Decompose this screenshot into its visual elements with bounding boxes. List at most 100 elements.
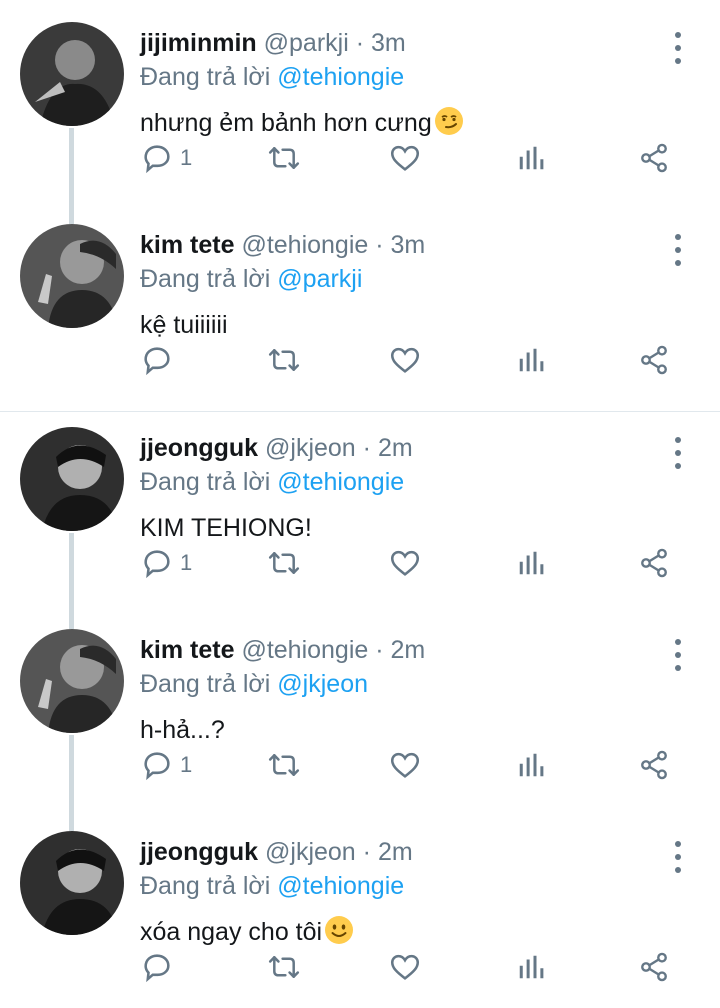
retweet-button[interactable] — [266, 543, 302, 583]
handle[interactable]: @tehiongie — [241, 636, 368, 664]
handle[interactable]: @jkjeon — [265, 838, 356, 866]
reply-prefix: Đang trả lời — [140, 468, 271, 496]
analytics-button[interactable] — [516, 138, 546, 178]
mention-link[interactable]: @jkjeon — [277, 670, 368, 698]
action-bar: 1 — [140, 745, 680, 785]
heart-icon — [390, 347, 420, 373]
reply-count: 1 — [180, 145, 193, 170]
tweet[interactable]: kim tete @tehiongie · 2m Đang trả lời @j… — [0, 607, 720, 812]
reply-icon — [144, 550, 170, 579]
share-button[interactable] — [638, 745, 670, 785]
reply-context: Đang trả lời @tehiongie — [140, 465, 660, 499]
like-button[interactable] — [388, 138, 422, 178]
tweet[interactable]: jjeongguk @jkjeon · 2m Đang trả lời @teh… — [0, 809, 720, 1008]
separator: · — [375, 636, 384, 664]
more-vertical-icon[interactable] — [672, 841, 684, 873]
handle[interactable]: @parkji — [264, 29, 349, 57]
reply-button[interactable]: 1 — [140, 543, 192, 583]
analytics-button[interactable] — [516, 947, 546, 987]
more-vertical-icon[interactable] — [672, 32, 684, 64]
reply-button[interactable]: 1 — [140, 745, 192, 785]
retweet-button[interactable] — [266, 947, 302, 987]
tweet-text: h-hả...? — [140, 713, 660, 747]
tweet[interactable]: kim tete @tehiongie · 3m Đang trả lời @p… — [0, 202, 720, 410]
reply-button[interactable] — [140, 340, 180, 380]
display-name[interactable]: jjeongguk — [140, 838, 258, 866]
tweet-text-content: xóa ngay cho tôi — [140, 918, 323, 946]
reply-icon — [144, 954, 170, 983]
smirk-emoji-icon — [434, 107, 463, 135]
analytics-button[interactable] — [516, 340, 546, 380]
handle[interactable]: @jkjeon — [265, 434, 356, 462]
like-button[interactable] — [388, 947, 422, 987]
more-vertical-icon[interactable] — [672, 234, 684, 266]
timestamp[interactable]: 2m — [378, 838, 413, 866]
retweet-button[interactable] — [266, 340, 302, 380]
display-name[interactable]: jjeongguk — [140, 434, 258, 462]
timestamp[interactable]: 2m — [378, 434, 413, 462]
avatar[interactable] — [20, 22, 124, 126]
reply-context: Đang trả lời @tehiongie — [140, 60, 660, 94]
timestamp[interactable]: 2m — [391, 636, 426, 664]
display-name[interactable]: jijiminmin — [140, 29, 257, 57]
reply-button[interactable]: 1 — [140, 138, 192, 178]
smile-emoji-icon — [325, 916, 354, 944]
avatar[interactable] — [20, 629, 124, 733]
like-button[interactable] — [388, 745, 422, 785]
share-icon — [641, 143, 667, 173]
more-vertical-icon[interactable] — [672, 639, 684, 671]
display-name[interactable]: kim tete — [140, 231, 234, 259]
reply-count: 1 — [180, 550, 193, 575]
analytics-button[interactable] — [516, 745, 546, 785]
share-button[interactable] — [638, 138, 670, 178]
avatar[interactable] — [20, 224, 124, 328]
timestamp[interactable]: 3m — [391, 231, 426, 259]
reply-icon — [144, 347, 170, 376]
retweet-icon — [268, 754, 300, 776]
display-name[interactable]: kim tete — [140, 636, 234, 664]
analytics-icon — [519, 146, 544, 170]
share-button[interactable] — [638, 947, 670, 987]
separator: · — [362, 434, 371, 462]
share-icon — [641, 750, 667, 780]
share-button[interactable] — [638, 340, 670, 380]
share-icon — [641, 952, 667, 982]
separator: · — [355, 29, 365, 57]
handle[interactable]: @tehiongie — [241, 231, 368, 259]
mention-link[interactable]: @parkji — [277, 265, 362, 293]
timestamp[interactable]: 3m — [371, 29, 406, 57]
avatar[interactable] — [20, 427, 124, 531]
like-button[interactable] — [388, 543, 422, 583]
action-bar: 1 — [140, 138, 680, 178]
tweet-text-content: nhưng ẻm bảnh hơn cưng — [140, 109, 432, 137]
tweet-text: xóa ngay cho tôi — [140, 915, 660, 949]
reply-button[interactable] — [140, 947, 180, 987]
retweet-icon — [268, 956, 300, 978]
more-vertical-icon[interactable] — [672, 437, 684, 469]
reply-icon — [144, 752, 170, 781]
mention-link[interactable]: @tehiongie — [277, 468, 404, 496]
retweet-icon — [268, 349, 300, 371]
like-button[interactable] — [388, 340, 422, 380]
share-button[interactable] — [638, 543, 670, 583]
tweet-text-content: kệ tuiiiiii — [140, 311, 228, 339]
retweet-button[interactable] — [266, 745, 302, 785]
mention-link[interactable]: @tehiongie — [277, 872, 404, 900]
analytics-icon — [519, 348, 544, 372]
avatar[interactable] — [20, 831, 124, 935]
analytics-button[interactable] — [516, 543, 546, 583]
action-bar — [140, 340, 680, 380]
tweet[interactable]: jjeongguk @jkjeon · 2m Đang trả lời @teh… — [0, 405, 720, 610]
tweet[interactable]: jijiminmin @parkji · 3m Đang trả lời @te… — [0, 0, 720, 205]
mention-link[interactable]: @tehiongie — [277, 63, 404, 91]
action-bar — [140, 947, 680, 987]
tweet-text-content: KIM TEHIONG! — [140, 514, 312, 542]
tweet-text-content: h-hả...? — [140, 716, 225, 744]
share-icon — [641, 345, 667, 375]
reply-context: Đang trả lời @jkjeon — [140, 667, 660, 701]
reply-context: Đang trả lời @parkji — [140, 262, 660, 296]
analytics-icon — [519, 955, 544, 979]
analytics-icon — [519, 753, 544, 777]
separator: · — [362, 838, 371, 866]
retweet-button[interactable] — [266, 138, 302, 178]
